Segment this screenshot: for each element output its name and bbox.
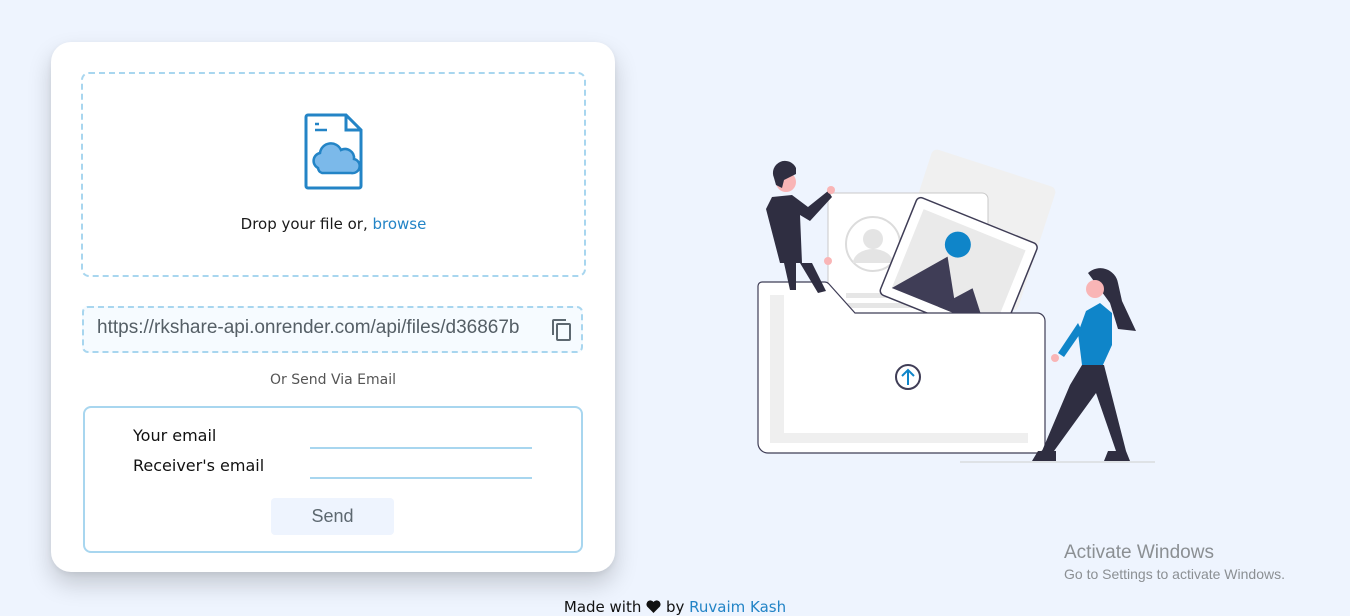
share-url-box [82, 306, 583, 353]
upload-card: Drop your file or, browse Or Send Via Em… [51, 42, 615, 572]
activate-windows-watermark: Activate Windows Go to Settings to activ… [1064, 542, 1285, 582]
author-link[interactable]: Ruvaim Kash [689, 598, 786, 616]
your-email-input[interactable] [310, 425, 532, 449]
drop-instructions: Drop your file or, browse [83, 215, 584, 233]
watermark-subtitle: Go to Settings to activate Windows. [1064, 566, 1285, 582]
drop-text: Drop your file or, [240, 215, 373, 233]
receiver-email-input[interactable] [310, 455, 532, 479]
your-email-label: Your email [133, 426, 217, 445]
made-with-text: Made with [563, 598, 642, 616]
email-divider-text: Or Send Via Email [270, 372, 396, 388]
share-url-input[interactable] [97, 317, 542, 339]
copy-icon[interactable] [550, 318, 574, 342]
send-button[interactable]: Send [271, 498, 394, 535]
upload-illustration [757, 149, 1155, 463]
watermark-title: Activate Windows [1064, 542, 1214, 563]
by-text: by [665, 598, 685, 616]
file-dropzone[interactable]: Drop your file or, browse [81, 72, 586, 277]
email-form: Your email Receiver's email Send [83, 406, 583, 553]
heart-icon [646, 600, 661, 613]
footer: Made with by Ruvaim Kash [0, 598, 1350, 616]
receiver-email-label: Receiver's email [133, 456, 265, 475]
cloud-file-icon [304, 113, 363, 190]
browse-link[interactable]: browse [372, 215, 426, 233]
